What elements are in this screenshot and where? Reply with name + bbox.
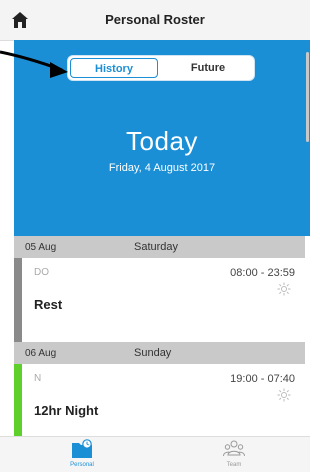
tab-personal[interactable]: Personal — [42, 437, 122, 472]
app-header: Personal Roster — [0, 0, 310, 41]
today-heading: Today — [126, 126, 198, 156]
day-header: 06 Aug Sunday — [14, 342, 305, 364]
day-weekday: Saturday — [134, 241, 179, 253]
future-tab[interactable]: Future — [164, 58, 252, 78]
sun-icon — [277, 388, 291, 402]
sun-icon — [277, 282, 291, 296]
bottom-tab-bar: Personal Team — [0, 436, 310, 472]
shift-code: DO — [34, 267, 49, 278]
day-date: 05 Aug — [25, 242, 57, 253]
today-date: Friday, 4 August 2017 — [108, 162, 216, 174]
annotation-arrow-icon — [0, 50, 68, 78]
tab-team[interactable]: Team — [194, 437, 274, 472]
page-title: Personal Roster — [105, 12, 205, 27]
day-header: 05 Aug Saturday — [14, 236, 305, 258]
history-future-toggle: History Future — [68, 56, 254, 80]
day-date: 06 Aug — [25, 348, 57, 359]
shift-code: N — [34, 373, 42, 384]
day-weekday: Sunday — [134, 347, 172, 359]
shift-name: Rest — [34, 297, 63, 312]
shift-time: 08:00 - 23:59 — [230, 267, 295, 279]
tab-personal-label: Personal — [70, 462, 94, 468]
shift-card[interactable]: DO 08:00 - 23:59 Rest — [14, 258, 305, 342]
shift-name: 12hr Night — [34, 403, 99, 418]
tab-team-label: Team — [226, 462, 242, 468]
shift-color-bar — [14, 364, 22, 436]
shift-time: 19:00 - 07:40 — [230, 373, 295, 385]
folder-clock-icon — [72, 439, 92, 458]
scroll-thumb[interactable] — [306, 52, 309, 142]
scrollbar[interactable] — [304, 40, 310, 436]
shift-color-bar — [14, 258, 22, 342]
history-tab[interactable]: History — [70, 58, 158, 78]
shift-card[interactable]: N 19:00 - 07:40 12hr Night — [14, 364, 305, 436]
team-icon — [223, 440, 245, 457]
